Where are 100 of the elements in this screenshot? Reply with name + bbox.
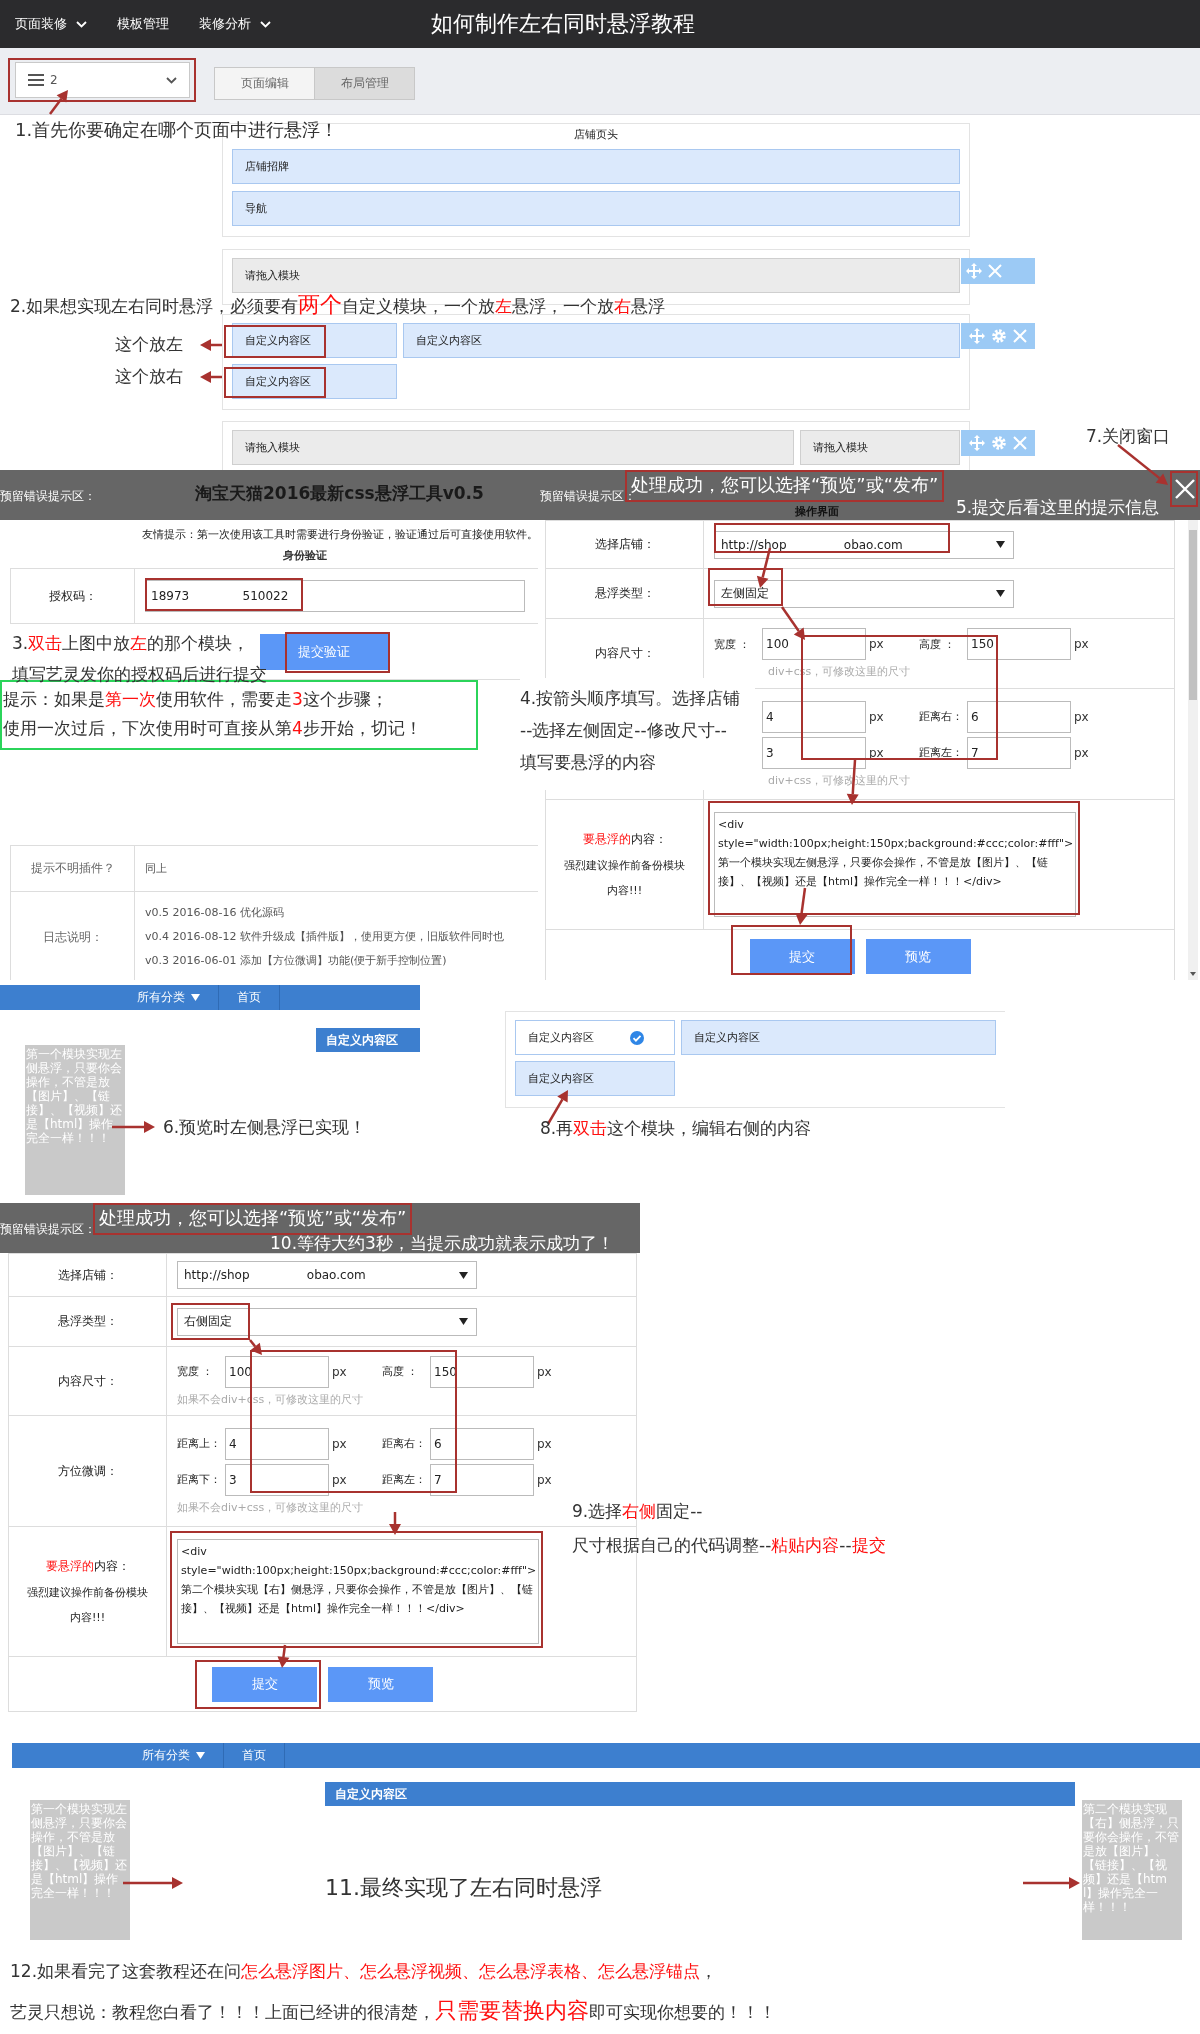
step-note: 10.等待大约3秒，当提示成功就表示成功了！ bbox=[270, 1232, 614, 1255]
unit-label: px bbox=[537, 1364, 552, 1379]
menu-item[interactable]: 页面装修 bbox=[15, 15, 87, 33]
field-label: 要悬浮的内容： bbox=[45, 1558, 130, 1575]
code-field[interactable]: <div style="width:100px;height:150px;background:#ccc;color:#fff">第一个模块实现左侧悬浮，只要你会操作，不管是放【图片】、【链接】、【视频】还是【html】操作完全一样！！！</div> bbox=[714, 812, 1076, 917]
input-field[interactable]: 3 bbox=[225, 1463, 329, 1496]
advice-text: 强烈建议操作前备份模块 bbox=[564, 858, 685, 873]
close-icon bbox=[1013, 436, 1027, 450]
step-note: 12.如果看完了这套教程还在问怎么悬浮图片、怎么悬浮视频、怎么悬浮表格、怎么悬浮锚点， bbox=[10, 1960, 718, 1983]
input-field[interactable]: 6 bbox=[967, 700, 1071, 733]
module-block[interactable]: 自定义内容区 bbox=[403, 323, 960, 358]
nav-item[interactable]: 所有分类 bbox=[137, 985, 219, 1010]
field-label: 宽度 ： bbox=[177, 1365, 214, 1378]
unit-label: px bbox=[1074, 745, 1089, 760]
pointer-arrow bbox=[795, 887, 808, 925]
move-icon bbox=[969, 435, 985, 451]
tab[interactable]: 页面编辑 bbox=[215, 68, 314, 99]
dropdown-field[interactable]: 左侧固定 bbox=[714, 579, 1014, 608]
input-field[interactable]: 4 bbox=[762, 700, 866, 733]
field-label: 距离下： bbox=[177, 1473, 221, 1486]
module-block[interactable]: 请拖入模块 bbox=[232, 430, 794, 465]
step-note: 11.最终实现了左右同时悬浮 bbox=[325, 1874, 602, 1902]
input-field[interactable]: 100 bbox=[762, 628, 866, 660]
settings-icon bbox=[991, 328, 1007, 344]
module-block[interactable]: 自定义内容区 bbox=[515, 1061, 675, 1096]
field-label: 高度 ： bbox=[382, 1365, 419, 1378]
code-field[interactable]: <div style="width:100px;height:150px;background:#ccc;color:#fff">第二个模块实现【右】侧悬浮，只要你会操作，不管是放【图片】、【链接】、【视频】还是【html】操作完全一样！！！</div> bbox=[177, 1539, 539, 1644]
log-line: v0.5 2016-08-16 优化源码 bbox=[145, 905, 284, 921]
pointer-arrow bbox=[389, 1512, 401, 1535]
module-block[interactable]: 店铺招牌 bbox=[232, 149, 960, 184]
page-dropdown[interactable]: 2 bbox=[15, 62, 190, 98]
field-label: 选择店铺： bbox=[57, 1266, 118, 1284]
annotation-label: 这个放右 bbox=[115, 365, 183, 388]
caret-icon bbox=[459, 1271, 468, 1279]
step-note: 2.如果想实现左右同时悬浮，必须要有两个自定义模块，一个放左悬浮，一个放右悬浮 bbox=[10, 290, 666, 319]
dropdown-field[interactable]: http://shop obao.com bbox=[714, 530, 1014, 559]
nav-item[interactable]: 首页 bbox=[237, 985, 280, 1010]
module-block[interactable]: 请拖入模块 bbox=[800, 430, 960, 465]
input-field[interactable]: 6 bbox=[430, 1427, 534, 1460]
input-field[interactable]: 3 bbox=[762, 736, 866, 769]
settings-icon bbox=[991, 435, 1007, 451]
error-area-label: 预留错误提示区： bbox=[0, 1221, 96, 1238]
module-block[interactable]: 导航 bbox=[232, 191, 960, 226]
notice-text: 友情提示：第一次使用该工具时需要进行身份验证，验证通过后可直接使用软件。 bbox=[141, 527, 539, 542]
module-block[interactable]: 自定义内容区 bbox=[232, 364, 397, 399]
close-icon[interactable] bbox=[1174, 478, 1196, 500]
pointer-arrow bbox=[49, 90, 68, 115]
module-block[interactable]: 自定义内容区 bbox=[232, 323, 397, 358]
section-title: 身份验证 bbox=[282, 548, 328, 563]
menu-icon bbox=[28, 74, 44, 86]
step-note: 9.选择右侧固定-- 尺寸根据自己的代码调整--粘贴内容--提交 bbox=[572, 1500, 886, 1557]
section-title: 店铺页头 bbox=[574, 127, 618, 142]
field-label: 高度 ： bbox=[919, 637, 956, 651]
unit-label: px bbox=[537, 1436, 552, 1451]
field-label: 宽度 ： bbox=[714, 637, 751, 651]
field-label: 距离左： bbox=[382, 1473, 426, 1486]
content-tag: 自定义内容区 bbox=[316, 1028, 420, 1052]
step-note: 4.按箭头顺序填写。选择店铺 --选择左侧固定--修改尺寸-- 填写要悬浮的内容 bbox=[520, 678, 755, 790]
pointer-arrow bbox=[780, 606, 805, 640]
advice-text: 强烈建议操作前备份模块 bbox=[27, 1585, 148, 1600]
field-label: 提示不明插件？ bbox=[30, 860, 115, 877]
unit-label: px bbox=[869, 745, 884, 760]
field-label: 距离右： bbox=[919, 710, 963, 723]
menu-item[interactable]: 装修分析 bbox=[199, 15, 271, 33]
field-label: 距离上： bbox=[177, 1437, 221, 1450]
chevron-icon bbox=[166, 76, 177, 84]
dropdown-field[interactable]: 右侧固定 bbox=[177, 1307, 477, 1336]
chevron-icon bbox=[76, 20, 87, 28]
module-block[interactable]: 请拖入模块 bbox=[232, 258, 960, 293]
unit-label: px bbox=[869, 709, 884, 724]
nav-item[interactable]: 首页 bbox=[242, 1743, 285, 1768]
step-note: 7.关闭窗口 bbox=[1086, 425, 1171, 448]
scrollbar[interactable] bbox=[1188, 520, 1198, 980]
error-area-label: 预留错误提示区： bbox=[0, 488, 96, 505]
field-label: 距离左： bbox=[919, 746, 963, 759]
unit-label: px bbox=[332, 1364, 347, 1379]
module-block[interactable]: 自定义内容区 bbox=[681, 1020, 996, 1055]
pointer-arrow bbox=[1117, 444, 1168, 485]
check-icon bbox=[630, 1030, 644, 1045]
caret-icon bbox=[191, 994, 200, 1001]
field-label: 悬浮类型： bbox=[594, 585, 655, 602]
step-note: 5.提交后看这里的提示信息 bbox=[956, 496, 1160, 519]
nav-item[interactable]: 所有分类 bbox=[142, 1743, 224, 1768]
input-field[interactable]: 7 bbox=[967, 736, 1071, 769]
move-icon bbox=[969, 328, 985, 344]
caret-icon bbox=[459, 1318, 468, 1325]
input-field[interactable]: 4 bbox=[225, 1427, 329, 1460]
pointer-arrow bbox=[123, 1877, 183, 1889]
module-block[interactable]: 自定义内容区 bbox=[515, 1020, 675, 1055]
tab[interactable]: 布局管理 bbox=[314, 68, 414, 99]
input-field[interactable]: 150 bbox=[967, 628, 1071, 660]
unit-label: px bbox=[332, 1472, 347, 1487]
move-icon bbox=[966, 263, 982, 279]
success-message: 处理成功，您可以选择“预览”或“发布” bbox=[93, 1203, 413, 1235]
pointer-arrow bbox=[200, 371, 222, 383]
dropdown-field[interactable]: http://shop obao.com bbox=[177, 1261, 477, 1289]
input-field[interactable]: 18973 510022 bbox=[145, 580, 525, 612]
input-field[interactable]: 7 bbox=[430, 1463, 534, 1496]
chevron-icon bbox=[260, 20, 271, 28]
menu-item[interactable]: 模板管理 bbox=[117, 15, 169, 33]
